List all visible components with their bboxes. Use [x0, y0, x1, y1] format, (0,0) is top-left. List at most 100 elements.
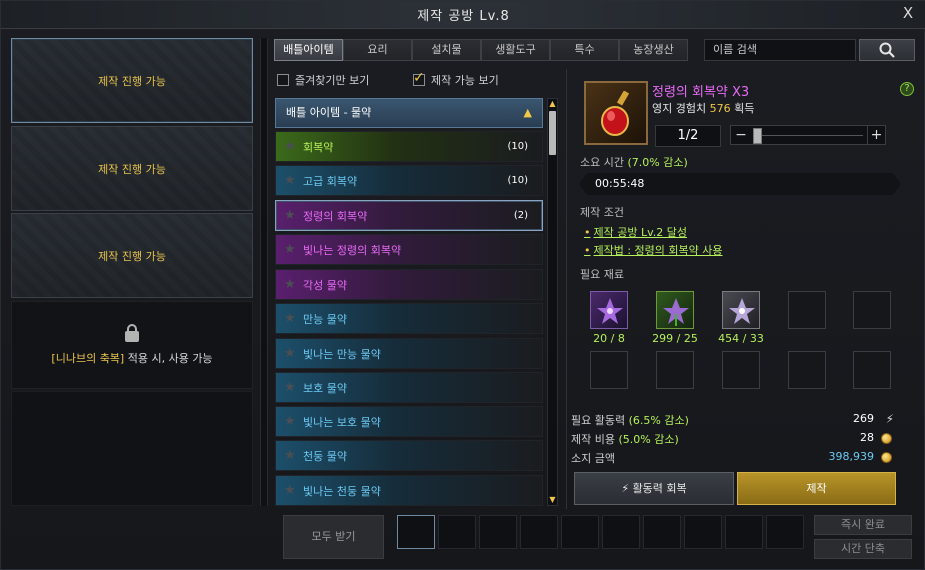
checkbox-unchecked[interactable]	[277, 74, 289, 86]
material-slot-empty	[853, 291, 891, 329]
crafting-workshop-window: 제작 공방 Lv.8 X 제작 진행 가능 제작 진행 가능 제작 진행 가능 …	[0, 0, 925, 570]
category-header[interactable]: 배틀 아이템 - 물약 ▲	[275, 98, 543, 128]
tab-battle-items[interactable]: 배틀아이템	[274, 39, 343, 61]
collapse-caret-icon[interactable]: ▲	[524, 99, 532, 127]
favorite-star-icon[interactable]: ★	[284, 346, 298, 361]
locked-slot-text: [니나브의 축복] 적용 시, 사용 가능	[51, 350, 212, 366]
scroll-thumb[interactable]	[549, 111, 556, 155]
receive-all-button[interactable]: 모두 받기	[283, 515, 384, 559]
scroll-up-icon[interactable]: ▲	[548, 99, 557, 109]
craftable-only-label: 제작 가능 보기	[431, 74, 499, 87]
queue-slot[interactable]	[479, 515, 517, 549]
queue-slot[interactable]	[438, 515, 476, 549]
queue-slot[interactable]	[397, 515, 435, 549]
item-name: 빛나는 만능 물약	[303, 347, 381, 361]
list-item[interactable]: ★ 빛나는 정령의 회복약	[275, 234, 543, 265]
list-item[interactable]: ★ 회복약 (10)	[275, 131, 543, 162]
tab-farm-production[interactable]: 농장생산	[619, 39, 688, 61]
list-item[interactable]: ★ 고급 회복약 (10)	[275, 165, 543, 196]
time-required-label: 소요 시간 (7.0% 감소)	[580, 154, 688, 170]
condition-item: • 제작법 : 정령의 회복약 사용	[584, 242, 723, 258]
craft-button[interactable]: 제작	[737, 472, 896, 505]
material-slot-empty	[722, 351, 760, 389]
queue-slot[interactable]	[766, 515, 804, 549]
tab-special[interactable]: 특수	[550, 39, 619, 61]
slider-track[interactable]	[753, 135, 863, 136]
list-item[interactable]: ★ 각성 물약	[275, 269, 543, 300]
plus-icon[interactable]: +	[867, 126, 885, 144]
favorite-star-icon[interactable]: ★	[284, 311, 298, 326]
craftable-only-checkbox[interactable]: ✓ 제작 가능 보기	[413, 70, 499, 88]
instant-complete-button[interactable]: 즉시 완료	[814, 515, 912, 535]
recover-energy-button[interactable]: ⚡ 활동력 회복	[574, 472, 734, 505]
list-item[interactable]: ★ 만능 물약	[275, 303, 543, 334]
material-slot-empty	[656, 351, 694, 389]
list-item[interactable]: ★ 빛나는 만능 물약	[275, 338, 543, 369]
favorite-star-icon[interactable]: ★	[284, 173, 298, 188]
cost-label-wrap: 제작 비용 (5.0% 감소)	[571, 433, 679, 446]
quantity-slider[interactable]: − +	[730, 125, 886, 145]
queue-slot[interactable]	[684, 515, 722, 549]
favorite-star-icon[interactable]: ★	[284, 208, 298, 223]
craft-slot-2[interactable]: 제작 진행 가능	[11, 126, 253, 211]
territory-exp: 영지 경험치 576 획득	[652, 100, 754, 116]
favorite-star-icon[interactable]: ★	[284, 414, 298, 429]
list-item[interactable]: ★ 천둥 물약	[275, 440, 543, 471]
tab-cooking[interactable]: 요리	[343, 39, 412, 61]
craft-slot-1[interactable]: 제작 진행 가능	[11, 38, 253, 123]
tab-life-tools[interactable]: 생활도구	[481, 39, 550, 61]
item-name: 빛나는 정령의 회복약	[303, 243, 402, 257]
craft-slot-3[interactable]: 제작 진행 가능	[11, 213, 253, 298]
favorites-only-checkbox[interactable]: 즐겨찾기만 보기	[277, 72, 369, 88]
item-count: (2)	[513, 210, 528, 221]
favorite-star-icon[interactable]: ★	[284, 380, 298, 395]
favorite-star-icon[interactable]: ★	[284, 242, 298, 257]
material-slot-empty	[853, 351, 891, 389]
purple-flower-icon	[597, 298, 623, 324]
craft-slot-label: 제작 진행 가능	[98, 74, 166, 88]
item-name: 빛나는 보호 물약	[303, 415, 381, 429]
item-icon-frame	[584, 81, 648, 145]
list-item[interactable]: ★ 빛나는 보호 물약	[275, 406, 543, 437]
list-item[interactable]: ★ 빛나는 천둥 물약	[275, 475, 543, 506]
material-slot[interactable]	[722, 291, 760, 329]
favorite-star-icon[interactable]: ★	[284, 277, 298, 292]
scroll-down-icon[interactable]: ▼	[548, 495, 557, 505]
item-name: 만능 물약	[303, 312, 347, 326]
energy-reduction: (6.5% 감소)	[628, 414, 689, 427]
queue-slot[interactable]	[643, 515, 681, 549]
energy-value: 269	[853, 412, 874, 425]
favorite-star-icon[interactable]: ★	[284, 139, 298, 154]
queue-slot[interactable]	[520, 515, 558, 549]
item-name: 보호 물약	[303, 381, 347, 395]
material-slot-empty	[788, 291, 826, 329]
item-count: (10)	[507, 141, 528, 152]
tab-installations[interactable]: 설치물	[412, 39, 481, 61]
list-item[interactable]: ★ 보호 물약	[275, 372, 543, 403]
favorite-star-icon[interactable]: ★	[284, 483, 298, 498]
favorite-star-icon[interactable]: ★	[284, 448, 298, 463]
search-button[interactable]	[859, 39, 915, 61]
material-slot-empty	[590, 351, 628, 389]
material-slot[interactable]	[656, 291, 694, 329]
close-button[interactable]: X	[899, 4, 917, 22]
time-reduce-button[interactable]: 시간 단축	[814, 539, 912, 559]
search-input[interactable]: 이름 검색	[704, 39, 856, 61]
material-slot-empty	[788, 351, 826, 389]
exp-suffix: 획득	[730, 102, 755, 115]
conditions-label: 제작 조건	[580, 206, 624, 219]
exp-prefix: 영지 경험치	[652, 102, 710, 115]
craft-slot-label: 제작 진행 가능	[98, 249, 166, 263]
queue-slot[interactable]	[602, 515, 640, 549]
help-icon[interactable]: ?	[900, 82, 914, 96]
slider-handle[interactable]	[753, 128, 762, 144]
checkbox-checked[interactable]: ✓	[413, 70, 425, 86]
list-item-selected[interactable]: ★ 정령의 회복약 (2)	[275, 200, 543, 231]
list-scrollbar[interactable]: ▲ ▼	[547, 98, 558, 506]
time-label: 소요 시간	[580, 156, 628, 169]
queue-slot[interactable]	[561, 515, 599, 549]
minus-icon[interactable]: −	[732, 126, 750, 144]
locked-slot-suffix: 적용 시, 사용 가능	[124, 352, 213, 365]
material-slot[interactable]	[590, 291, 628, 329]
queue-slot[interactable]	[725, 515, 763, 549]
